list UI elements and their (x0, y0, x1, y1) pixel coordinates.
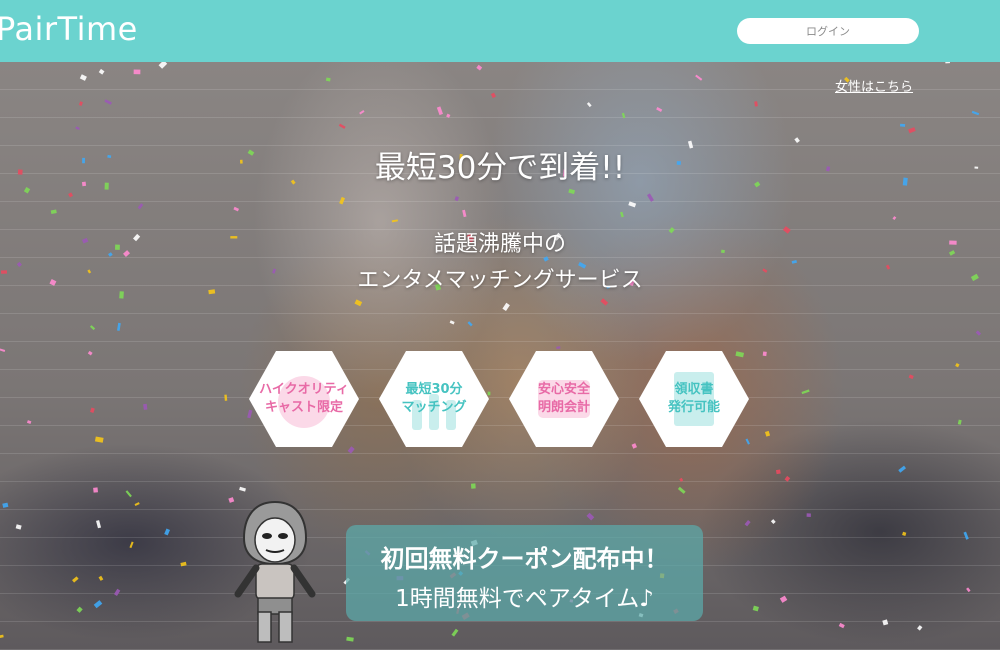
hero-subline-2: エンタメマッチングサービス (357, 268, 643, 293)
feature-line1: ハイクオリティ (259, 382, 349, 397)
coupon-subtitle: 1時間無料でペアタイム♪ (395, 586, 654, 612)
feature-line2: 明朗会計 (537, 400, 590, 415)
logo[interactable]: PairTime (0, 10, 138, 48)
coupon-banner[interactable]: 初回無料クーポン配布中！ 1時間無料でペアタイム♪ (346, 525, 703, 621)
feature-line1: 最短30分 (405, 382, 463, 397)
coupon-title: 初回無料クーポン配布中！ (380, 545, 669, 573)
hero-section: 女性はこちら 最短30分で到着!! 話題沸騰中の エンタメマッチングサービス ハ… (0, 62, 1000, 650)
feature-line2: 発行可能 (667, 400, 720, 415)
feature-badge-matching: 最短30分 マッチング (378, 350, 490, 448)
mascot-character (234, 500, 316, 643)
feature-badge-pricing: 安心安全 明朗会計 (508, 350, 620, 448)
feature-line1: 領収書 (674, 382, 714, 397)
hero-subline-1: 話題沸騰中の (433, 232, 566, 257)
feature-line2: マッチング (401, 400, 467, 415)
feature-badge-receipt: 領収書 発行可能 (638, 350, 750, 448)
women-link[interactable]: 女性はこちら (835, 76, 913, 95)
feature-line1: 安心安全 (537, 382, 590, 397)
login-button[interactable]: ログイン (737, 18, 919, 44)
site-header: PairTime ログイン (0, 0, 1000, 62)
feature-line2: キャスト限定 (264, 400, 343, 415)
hero-headline: 最短30分で到着!! (374, 150, 626, 186)
feature-badge-cast: ハイクオリティ キャスト限定 (248, 350, 360, 448)
